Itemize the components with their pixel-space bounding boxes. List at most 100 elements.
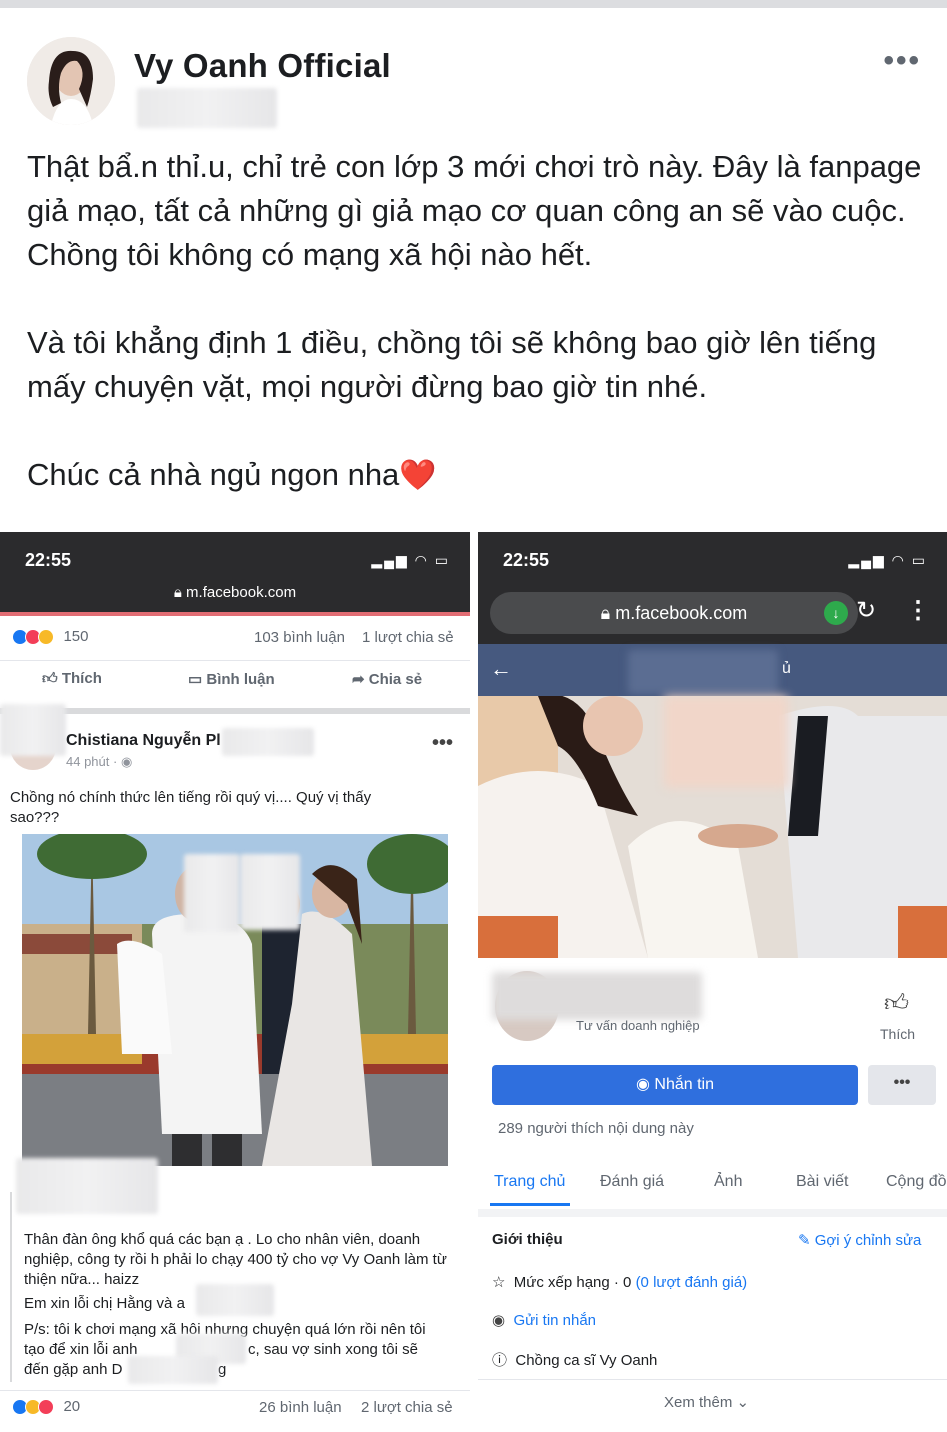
- left-reactions[interactable]: 150: [12, 628, 88, 646]
- left-reaction-count: 150: [63, 628, 89, 645]
- tab-photos[interactable]: Ảnh: [714, 1173, 742, 1191]
- share-label: Chia sẻ: [368, 671, 423, 688]
- page-like-icon[interactable]: 👍︎: [884, 990, 909, 1018]
- page-category: Tư vấn doanh nghiệp: [576, 1018, 700, 1033]
- bottom-comment-count[interactable]: 26 bình luận: [259, 1399, 342, 1416]
- tab-posts[interactable]: Bài viết: [796, 1173, 848, 1191]
- star-icon: ☆: [492, 1274, 506, 1291]
- suggest-edit-label: Gợi ý chỉnh sửa: [814, 1232, 922, 1249]
- quote-bar: [10, 1192, 12, 1382]
- embedded-text-4: đến gặp anh D: [24, 1361, 123, 1378]
- download-icon[interactable]: ↓: [824, 601, 848, 625]
- messenger-icon: ◉: [492, 1312, 506, 1329]
- post-paragraph-3-text: Chúc cả nhà ngủ ngon nha: [27, 457, 400, 492]
- signal-wifi-battery-icon: ▂▄▆ ◠ ▭: [371, 552, 450, 568]
- embedded-post-options-icon[interactable]: •••: [432, 732, 453, 755]
- left-url: 🔒︎ m.facebook.com: [0, 584, 470, 601]
- post-body: Thật bẩ.n thỉ.u, chỉ trẻ con lớp 3 mới c…: [27, 145, 927, 498]
- left-share-count[interactable]: 1 lượt chia sẻ: [362, 629, 454, 646]
- see-more-button[interactable]: Xem thêm ⌄: [664, 1393, 749, 1411]
- rating-link[interactable]: (0 lượt đánh giá): [636, 1274, 748, 1291]
- suggest-edit-link[interactable]: ✎ Gợi ý chỉnh sửa: [798, 1231, 921, 1249]
- see-more-label: Xem thêm: [664, 1394, 733, 1411]
- divider: [0, 1390, 470, 1391]
- left-url-text: m.facebook.com: [186, 584, 297, 601]
- blurred-face-2: [240, 854, 300, 930]
- message-label: Nhắn tin: [654, 1076, 714, 1093]
- blurred-header-title: [628, 650, 778, 694]
- reload-icon[interactable]: ↻: [856, 596, 876, 625]
- pencil-icon: ✎: [798, 1232, 811, 1249]
- blurred-face: [664, 696, 788, 788]
- right-clock: 22:55: [503, 550, 550, 570]
- love-reaction-icon: [38, 1398, 54, 1415]
- blurred-page-name: [492, 972, 702, 1020]
- info-icon: ⓘ: [492, 1352, 508, 1369]
- signal-wifi-battery-icon: ▂▄▆ ◠ ▭: [848, 552, 927, 568]
- browser-menu-icon[interactable]: ⋮: [906, 596, 930, 625]
- tab-reviews[interactable]: Đánh giá: [600, 1173, 664, 1191]
- back-arrow-icon[interactable]: ←: [490, 656, 512, 682]
- left-accent-line: [0, 612, 470, 616]
- tab-community[interactable]: Cộng đồ: [886, 1173, 947, 1191]
- divider: [0, 660, 470, 661]
- blurred-text-3: [128, 1356, 218, 1384]
- description-text: Chồng ca sĩ Vy Oanh: [515, 1352, 658, 1369]
- like-label: Thích: [61, 670, 102, 687]
- embedded-text-4b: g: [218, 1361, 227, 1378]
- left-status-bar: 22:55 ▂▄▆ ◠ ▭ 🔒︎ m.facebook.com: [0, 532, 470, 612]
- lock-icon: 🔒︎: [600, 603, 616, 623]
- post-paragraph-1: Thật bẩ.n thỉ.u, chỉ trẻ con lớp 3 mới c…: [27, 149, 922, 272]
- blurred-face-1: [184, 854, 240, 932]
- rating-label: Mức xếp hạng · 0: [513, 1274, 636, 1291]
- share-button[interactable]: ➦ Chia sẻ: [352, 670, 422, 688]
- haha-reaction-icon: [38, 628, 54, 645]
- share-icon: ➦: [352, 671, 365, 688]
- page-like-label[interactable]: Thích: [880, 1026, 915, 1042]
- section-separator: [0, 708, 470, 714]
- intro-section: Giới thiệu ✎ Gợi ý chỉnh sửa ☆ Mức xếp h…: [478, 1217, 947, 1432]
- post-paragraph-3: Chúc cả nhà ngủ ngon nha❤️: [27, 453, 927, 498]
- intro-title: Giới thiệu: [492, 1231, 563, 1248]
- send-message-label: Gửi tin nhắn: [513, 1312, 597, 1329]
- left-comment-count[interactable]: 103 bình luận: [254, 629, 345, 646]
- comment-label: Bình luận: [206, 671, 275, 688]
- left-screenshot[interactable]: 22:55 ▂▄▆ ◠ ▭ 🔒︎ m.facebook.com 150 103 …: [0, 532, 470, 1432]
- comment-icon: ▭: [188, 671, 203, 688]
- comment-button[interactable]: ▭ Bình luận: [188, 670, 275, 688]
- like-button[interactable]: 👍︎ Thích: [42, 670, 102, 688]
- bottom-reactions[interactable]: 20: [12, 1398, 80, 1416]
- page-more-button[interactable]: •••: [868, 1065, 936, 1105]
- tab-home[interactable]: Trang chủ: [494, 1173, 565, 1191]
- rating-row: ☆ Mức xếp hạng · 0 (0 lượt đánh giá): [492, 1273, 747, 1291]
- blurred-name: [222, 728, 314, 756]
- page-likes-count: 289 người thích nội dung này: [498, 1120, 694, 1137]
- globe-icon: ◉: [120, 754, 133, 769]
- embedded-text-3b: c, sau vợ sinh xong tôi sẽ: [248, 1341, 418, 1358]
- messenger-icon: ◉: [635, 1076, 650, 1093]
- message-button[interactable]: ◉ Nhắn tin: [492, 1065, 858, 1105]
- blurred-text-1: [196, 1284, 274, 1316]
- bottom-share-count[interactable]: 2 lượt chia sẻ: [361, 1399, 453, 1416]
- post-paragraph-2: Và tôi khẳng định 1 điều, chồng tôi sẽ k…: [27, 325, 877, 404]
- poster-name[interactable]: Chistiana Nguyễn Pl: [66, 732, 221, 750]
- right-screenshot[interactable]: 22:55 ▂▄▆ ◠ ▭ 🔒︎ m.facebook.com ↓ ↻ ⋮ ← …: [478, 532, 947, 1432]
- bottom-reaction-count: 20: [63, 1398, 81, 1415]
- lock-icon: 🔒︎: [173, 584, 187, 601]
- author-avatar[interactable]: [27, 37, 115, 125]
- description-row: ⓘ Chồng ca sĩ Vy Oanh: [492, 1349, 657, 1370]
- author-name[interactable]: Vy Oanh Official: [134, 47, 391, 85]
- chevron-down-icon: ⌄: [736, 1394, 750, 1411]
- post-options-icon[interactable]: •••: [883, 44, 921, 78]
- left-clock: 22:55: [25, 550, 72, 570]
- send-message-row[interactable]: ◉ Gửi tin nhắn: [492, 1311, 596, 1329]
- post-time: 44 phút · ◉: [66, 754, 132, 770]
- blurred-timestamp: [137, 88, 277, 128]
- embedded-text-1: Thân đàn ông khổ quá các bạn ạ . Lo cho …: [24, 1231, 447, 1288]
- top-divider: [0, 0, 947, 8]
- active-tab-indicator: [490, 1203, 570, 1206]
- browser-url-bar[interactable]: 🔒︎ m.facebook.com ↓: [490, 592, 858, 634]
- thumbs-up-icon: 👍︎: [42, 670, 58, 687]
- blurred-avatar-overlay: [0, 704, 66, 756]
- post-time-text: 44 phút ·: [66, 754, 121, 769]
